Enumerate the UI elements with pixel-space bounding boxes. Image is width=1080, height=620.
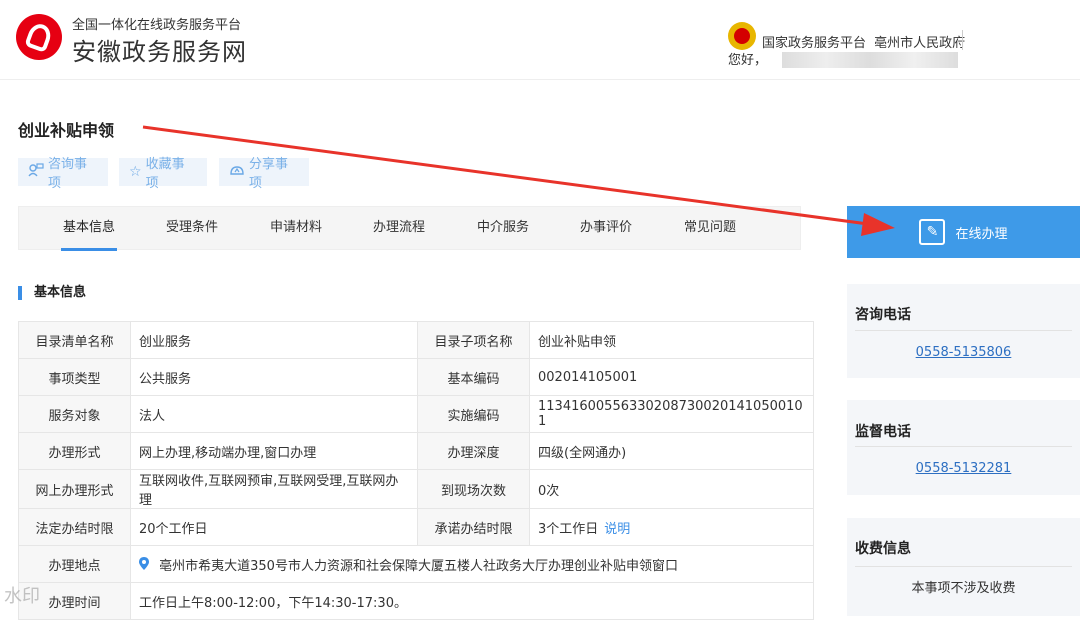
- table-row: 办理时间 工作日上午8:00-12:00，下午14:30-17:30。: [18, 582, 814, 620]
- explain-link[interactable]: 说明: [604, 522, 630, 537]
- table-row: 目录清单名称 创业服务 目录子项名称 创业补贴申领: [18, 321, 814, 359]
- header-divider: [962, 30, 963, 50]
- promise-time-value: 3个工作日: [538, 521, 599, 537]
- online-apply-button[interactable]: ✎ 在线办理: [847, 206, 1080, 258]
- cell-value: 20个工作日: [130, 508, 418, 546]
- consult-phone-link[interactable]: 0558-5135806: [847, 345, 1080, 360]
- national-portal-link[interactable]: 国家政务服务平台: [762, 36, 866, 51]
- supervise-phone-link[interactable]: 0558-5132281: [847, 461, 1080, 476]
- cell-value: 公共服务: [130, 358, 418, 396]
- tab-intermediary[interactable]: 中介服务: [477, 207, 529, 251]
- cell-label: 办理地点: [18, 545, 131, 583]
- cell-value: 3个工作日 说明: [529, 508, 814, 546]
- cell-value: 11341600556330208730020141050010​1: [529, 395, 814, 433]
- cell-value: 创业服务: [130, 321, 418, 359]
- fee-info-note: 本事项不涉及收费: [911, 581, 1016, 596]
- cell-value: 互联网收件,互联网预审,互联网受理,互联网办理: [130, 469, 418, 509]
- address-value: 亳州市希夷大道350号市人力资源和社会保障大厦五楼人社政务大厅办理创业补贴申领窗…: [159, 558, 678, 574]
- table-row: 网上办理形式 互联网收件,互联网预审,互联网受理,互联网办理 到现场次数 0次: [18, 469, 814, 509]
- cell-label: 基本编码: [417, 358, 530, 396]
- tab-materials[interactable]: 申请材料: [270, 207, 322, 251]
- share-label: 分享事项: [249, 157, 289, 191]
- cell-label: 服务对象: [18, 395, 131, 433]
- cell-value: 网上办理,移动端办理,窗口办理: [130, 432, 418, 470]
- consult-label: 咨询事项: [48, 157, 88, 191]
- table-row: 事项类型 公共服务 基本编码 002014105001: [18, 358, 814, 396]
- edit-document-icon: ✎: [919, 219, 946, 245]
- favorite-label: 收藏事项: [145, 157, 185, 191]
- cell-label: 法定办结时限: [18, 508, 131, 546]
- supervise-phone-title: 监督电话: [855, 424, 911, 440]
- user-greeting: 您好，: [728, 53, 768, 68]
- cell-value: 创业补贴申领: [529, 321, 814, 359]
- section-title: 基本信息: [18, 286, 86, 300]
- tab-process[interactable]: 办理流程: [373, 207, 425, 251]
- divider: [855, 566, 1072, 567]
- cell-value: 002014105001: [529, 358, 814, 396]
- cell-label: 承诺办结时限: [417, 508, 530, 546]
- consult-phone-panel: 咨询电话 0558-5135806: [847, 284, 1080, 378]
- cell-label: 实施编码: [417, 395, 530, 433]
- table-row: 法定办结时限 20个工作日 承诺办结时限 3个工作日 说明: [18, 508, 814, 546]
- table-row: 办理形式 网上办理,移动端办理,窗口办理 办理深度 四级(全网通办): [18, 432, 814, 470]
- cell-value: 四级(全网通办): [529, 432, 814, 470]
- divider: [855, 330, 1072, 331]
- cell-label: 目录清单名称: [18, 321, 131, 359]
- site-logo[interactable]: [16, 14, 62, 60]
- tab-basic-info[interactable]: 基本信息: [61, 207, 118, 251]
- fee-info-title: 收费信息: [855, 541, 911, 557]
- tab-faq[interactable]: 常见问题: [684, 207, 736, 251]
- city-government-link[interactable]: 亳州市人民政府: [874, 36, 965, 51]
- cell-value: 0次: [529, 469, 814, 509]
- cell-label: 到现场次数: [417, 469, 530, 509]
- table-row: 办理地点 亳州市希夷大道350号市人力资源和社会保障大厦五楼人社政务大厅办理创业…: [18, 545, 814, 583]
- portal-links: 国家政务服务平台 亳州市人民政府: [762, 32, 969, 51]
- site-title[interactable]: 安徽政务服务网: [72, 32, 247, 67]
- redacted-username: [782, 52, 958, 68]
- consult-phone-title: 咨询电话: [855, 307, 911, 323]
- site-subtitle: 全国一体化在线政务服务平台: [72, 18, 242, 33]
- site-header: 全国一体化在线政务服务平台 安徽政务服务网 国家政务服务平台 亳州市人民政府 您…: [0, 0, 1080, 80]
- detail-tabs: 基本信息 受理条件 申请材料 办理流程 中介服务 办事评价 常见问题: [18, 206, 801, 251]
- tab-evaluation[interactable]: 办事评价: [580, 207, 632, 251]
- page-title: 创业补贴申领: [18, 121, 115, 140]
- consult-button[interactable]: 咨询事项: [18, 157, 108, 191]
- cell-label: 办理形式: [18, 432, 131, 470]
- supervise-phone-panel: 监督电话 0558-5132281: [847, 400, 1080, 495]
- online-apply-label: 在线办理: [955, 226, 1008, 242]
- fee-info-panel: 收费信息 本事项不涉及收费: [847, 518, 1080, 616]
- share-icon: [229, 163, 245, 181]
- time-value: 工作日上午8:00-12:00，下午14:30-17:30。: [130, 582, 814, 620]
- address-cell: 亳州市希夷大道350号市人力资源和社会保障大厦五楼人社政务大厅办理创业补贴申领窗…: [130, 545, 814, 583]
- star-icon: ☆: [129, 164, 142, 180]
- person-chat-icon: [28, 163, 44, 181]
- share-button[interactable]: 分享事项: [219, 157, 309, 191]
- national-emblem-icon: [728, 22, 756, 50]
- tab-conditions[interactable]: 受理条件: [166, 207, 218, 251]
- basic-info-table: 目录清单名称 创业服务 目录子项名称 创业补贴申领 事项类型 公共服务 基本编码…: [18, 321, 814, 620]
- cell-value: 法人: [130, 395, 418, 433]
- divider: [855, 446, 1072, 447]
- cell-label: 事项类型: [18, 358, 131, 396]
- location-pin-icon[interactable]: [139, 556, 153, 574]
- cell-label: 目录子项名称: [417, 321, 530, 359]
- table-row: 服务对象 法人 实施编码 113416005563302087300201410…: [18, 395, 814, 433]
- watermark: 水印: [4, 586, 40, 607]
- cell-label: 办理深度: [417, 432, 530, 470]
- favorite-button[interactable]: ☆ 收藏事项: [119, 157, 207, 191]
- cell-label: 网上办理形式: [18, 469, 131, 509]
